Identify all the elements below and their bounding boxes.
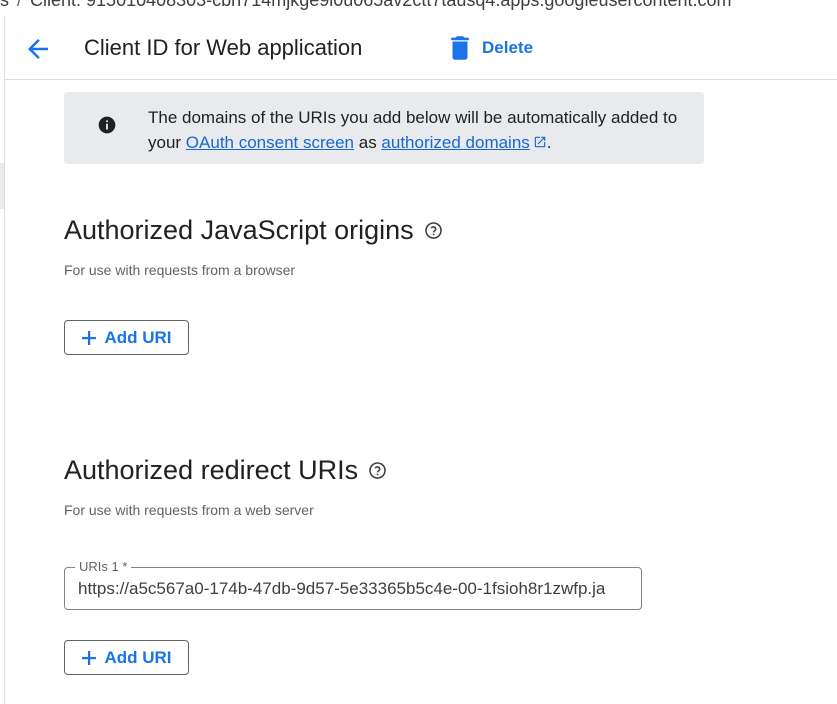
redirect-uri-input[interactable]: [78, 576, 630, 602]
page-header: Client ID for Web application Delete: [5, 16, 837, 80]
sidebar-active-item[interactable]: [0, 163, 4, 209]
authorized-domains-label: authorized domains: [381, 133, 530, 152]
add-redirect-uri-button[interactable]: Add URI: [64, 640, 189, 675]
redirect-uris-subtitle: For use with requests from a web server: [64, 502, 314, 518]
help-icon[interactable]: [424, 221, 443, 240]
info-text-part: .: [546, 133, 552, 152]
breadcrumb: s / Client: 915010408303-cbh714mjkge9l0u06…: [0, 0, 732, 11]
uri-field-label: URIs 1 *: [75, 558, 132, 576]
redirect-uri-field: URIs 1 *: [64, 558, 642, 610]
js-origins-title: Authorized JavaScript origins: [64, 213, 443, 247]
js-origins-title-text: Authorized JavaScript origins: [64, 215, 414, 245]
delete-label: Delete: [482, 38, 534, 57]
back-button[interactable]: [23, 34, 53, 64]
delete-button[interactable]: Delete: [450, 33, 533, 63]
info-text: The domains of the URIs you add below wi…: [148, 105, 693, 155]
authorized-domains-link[interactable]: authorized domains: [381, 133, 546, 152]
redirect-uris-title: Authorized redirect URIs: [64, 453, 387, 487]
breadcrumb-separator: /: [17, 0, 23, 10]
arrow-back-icon: [28, 39, 48, 59]
breadcrumb-current: Client: 915010408303-cbh714mjkge9l0u065a…: [30, 0, 732, 10]
add-uri-label: Add URI: [104, 327, 172, 347]
page-title: Client ID for Web application: [84, 35, 363, 60]
help-icon[interactable]: [368, 461, 387, 480]
add-js-origin-button[interactable]: Add URI: [64, 320, 189, 355]
add-uri-label: Add URI: [104, 647, 172, 667]
js-origins-subtitle: For use with requests from a browser: [64, 262, 296, 278]
sidebar-edge: [0, 16, 5, 704]
info-text-part: as: [354, 133, 382, 152]
trash-icon: [451, 36, 469, 60]
page: s / Client: 915010408303-cbh714mjkge9l0u06…: [0, 0, 837, 704]
info-icon: [98, 116, 116, 134]
redirect-uris-title-text: Authorized redirect URIs: [64, 455, 359, 485]
external-link-icon: [534, 136, 546, 148]
breadcrumb-prev[interactable]: s: [0, 0, 9, 10]
plus-icon: [82, 650, 97, 665]
oauth-consent-link[interactable]: OAuth consent screen: [186, 133, 354, 152]
plus-icon: [82, 330, 97, 345]
info-banner: The domains of the URIs you add below wi…: [64, 92, 704, 164]
